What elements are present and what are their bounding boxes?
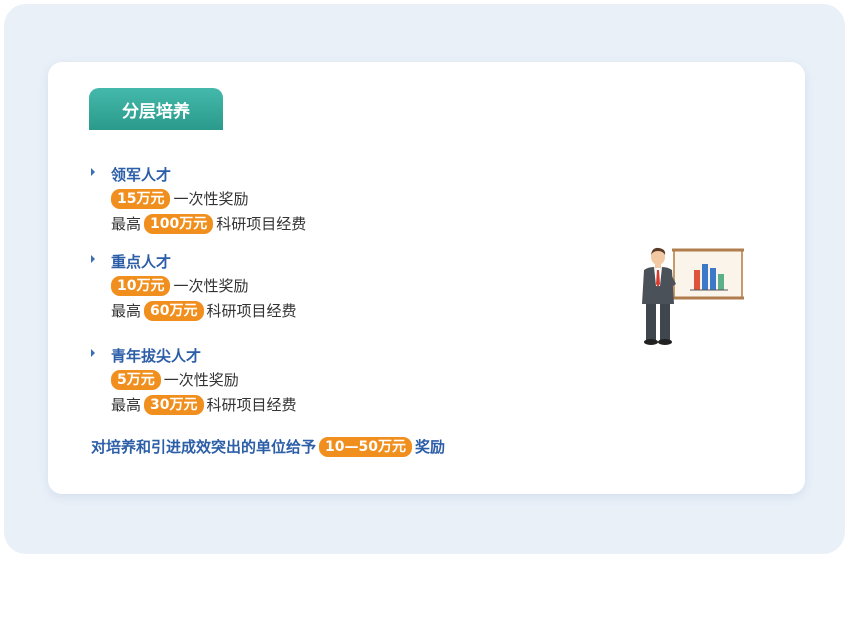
funding-line: 最高 30万元 科研项目经费	[111, 394, 297, 415]
section-header-tab: 分层培养	[89, 88, 223, 130]
funding-line: 最高 60万元 科研项目经费	[111, 300, 297, 321]
funding-text: 科研项目经费	[206, 302, 297, 320]
funding-line: 最高 100万元 科研项目经费	[111, 213, 306, 234]
funding-amount-badge: 30万元	[144, 394, 204, 415]
bullet-icon	[91, 349, 95, 357]
bonus-text: 一次性奖励	[173, 190, 249, 208]
section-title: 青年拔尖人才	[111, 347, 202, 365]
bonus-line: 5万元 一次性奖励	[111, 369, 239, 390]
footer-suffix: 奖励	[414, 438, 445, 456]
funding-amount-badge: 60万元	[144, 300, 204, 321]
funding-text: 科研项目经费	[206, 396, 297, 414]
bonus-amount-badge: 5万元	[111, 369, 161, 390]
bullet-icon	[91, 255, 95, 263]
funding-prefix: 最高	[111, 302, 142, 320]
footer-amount-badge: 10—50万元	[319, 436, 412, 457]
funding-prefix: 最高	[111, 396, 142, 414]
funding-prefix: 最高	[111, 215, 142, 233]
header-title: 分层培养	[122, 101, 190, 122]
bonus-line: 10万元 一次性奖励	[111, 275, 249, 296]
bonus-line: 15万元 一次性奖励	[111, 188, 249, 209]
footer-prefix: 对培养和引进成效突出的单位给予	[91, 438, 317, 456]
bonus-text: 一次性奖励	[163, 371, 239, 389]
content-card: 分层培养 领军人才 15万元 一次性奖励 最高 100万元 科研项目经费 重点人…	[48, 62, 805, 494]
section-title: 重点人才	[111, 253, 172, 271]
section-title: 领军人才	[111, 166, 172, 184]
bonus-amount-badge: 15万元	[111, 188, 171, 209]
funding-amount-badge: 100万元	[144, 213, 214, 234]
bonus-text: 一次性奖励	[173, 277, 249, 295]
funding-text: 科研项目经费	[216, 215, 307, 233]
unit-reward-statement: 对培养和引进成效突出的单位给予 10—50万元 奖励	[91, 436, 445, 457]
presenter-with-bar-chart-icon	[636, 242, 746, 352]
bullet-icon	[91, 168, 95, 176]
bonus-amount-badge: 10万元	[111, 275, 171, 296]
